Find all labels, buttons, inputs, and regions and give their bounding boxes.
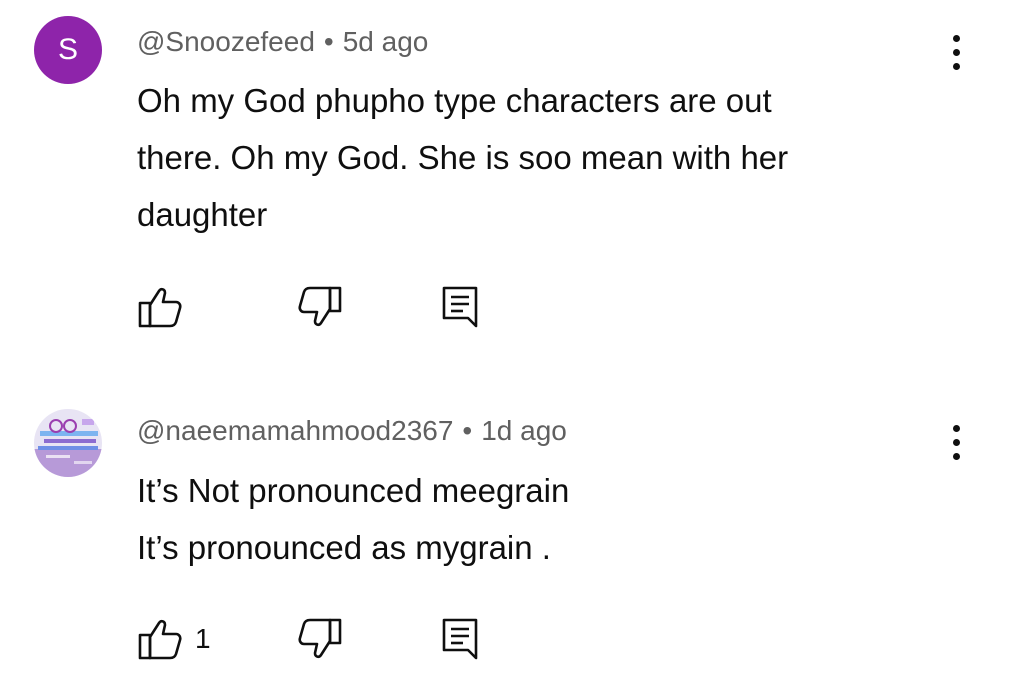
comment-line: daughter (137, 196, 268, 233)
like-count: 1 (195, 623, 211, 654)
reply-button[interactable] (441, 284, 479, 330)
more-vertical-icon (952, 34, 960, 70)
avatar[interactable] (34, 409, 102, 477)
comment-timestamp[interactable]: 5d ago (343, 26, 429, 57)
thumbs-up-icon (138, 619, 182, 660)
comment-header: @naeemamahmood2367 • 1d ago (137, 415, 567, 447)
reply-comment-icon (442, 286, 478, 328)
like-button[interactable]: 1 (137, 616, 211, 662)
thumbs-up-icon (138, 287, 182, 328)
comment-line: It’s Not pronounced meegrain (137, 472, 570, 509)
dislike-button[interactable] (297, 616, 343, 662)
thumbs-down-icon (298, 618, 342, 659)
separator-dot: • (323, 26, 334, 57)
comment-item: @naeemamahmood2367 • 1d ago It’s Not prono… (0, 390, 1024, 692)
avatar[interactable]: S (34, 16, 102, 84)
author-name[interactable]: @Snoozefeed (137, 26, 315, 57)
like-button[interactable] (137, 284, 195, 330)
more-options-button[interactable] (938, 420, 974, 464)
avatar-letter: S (34, 16, 102, 84)
comment-timestamp[interactable]: 1d ago (481, 415, 567, 446)
author-name[interactable]: @naeemamahmood2367 (137, 415, 453, 446)
comment-item: S @Snoozefeed • 5d ago Oh my God phupho ty… (0, 0, 1024, 390)
comment-text: Oh my God phupho type characters are out… (137, 72, 937, 243)
thumbs-down-icon (298, 286, 342, 327)
reply-comment-icon (442, 618, 478, 660)
comment-text: It’s Not pronounced meegrain It’s pronou… (137, 462, 937, 576)
reply-button[interactable] (441, 616, 479, 662)
separator-dot: • (462, 415, 473, 446)
comment-actions (137, 284, 537, 330)
dislike-button[interactable] (297, 284, 343, 330)
comment-line: there. Oh my God. She is soo mean with h… (137, 139, 789, 176)
comment-line: Oh my God phupho type characters are out (137, 82, 772, 119)
more-vertical-icon (952, 424, 960, 460)
comment-line: It’s pronounced as mygrain . (137, 529, 551, 566)
comment-header: @Snoozefeed • 5d ago (137, 26, 428, 58)
avatar-image (34, 409, 102, 477)
more-options-button[interactable] (938, 30, 974, 74)
comment-actions: 1 (137, 616, 537, 662)
